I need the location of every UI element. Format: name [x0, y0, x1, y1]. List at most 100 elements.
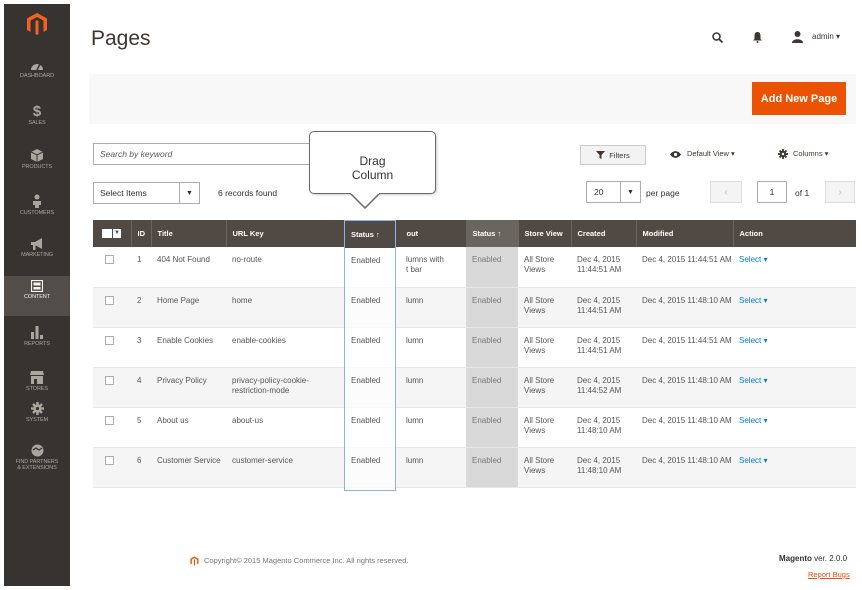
table-row[interactable]: 5 About us about-us lumn Enabled All Store Vi…: [93, 407, 856, 448]
dragged-cell: Enabled: [351, 456, 381, 465]
row-checkbox[interactable]: [105, 335, 114, 345]
chevron-down-icon: ▾: [761, 335, 768, 345]
chevron-down-icon: ▾: [761, 455, 768, 465]
row-checkbox[interactable]: [105, 455, 114, 465]
table-row[interactable]: 4 Privacy Policy privacy-policy-cookie-res…: [93, 367, 856, 408]
prev-page-button[interactable]: ‹: [710, 181, 742, 203]
table-row[interactable]: 3 Enable Cookies enable-cookies lumn Enabled…: [93, 327, 856, 368]
mass-action-select[interactable]: Select Items ▼: [93, 182, 200, 204]
dragged-cell: Enabled: [351, 296, 381, 305]
sidebar-item-reports[interactable]: REPORTS: [4, 326, 70, 360]
row-checkbox-cell[interactable]: [93, 367, 131, 408]
report-bugs-link[interactable]: Report Bugs: [808, 570, 850, 579]
dragged-status-column[interactable]: Status ↑ Enabled Enabled Enabled Enabled…: [344, 220, 396, 491]
row-checkbox[interactable]: [105, 375, 114, 385]
dragged-cell: Enabled: [351, 416, 381, 425]
dashboard-icon: [31, 63, 43, 71]
chevron-down-icon: ▾: [761, 415, 768, 425]
layout-text: lumn: [406, 415, 424, 425]
row-checkbox[interactable]: [105, 255, 114, 264]
cell-created: Dec 4, 2015 11:48:10 AM: [571, 447, 636, 488]
cell-title: Home Page: [151, 287, 226, 328]
sidebar-item-customers[interactable]: CUSTOMERS: [4, 194, 70, 228]
gear-icon: [778, 149, 788, 160]
sidebar-item-partners[interactable]: FIND PARTNERS & EXTENSIONS: [4, 444, 70, 484]
cell-id: 4: [131, 367, 151, 408]
cell-action[interactable]: Select ▾: [733, 407, 856, 448]
column-header-title[interactable]: Title: [150, 220, 226, 247]
per-page-select[interactable]: 20 ▼: [586, 181, 641, 203]
cell-action[interactable]: Select ▾: [733, 287, 856, 328]
row-action-select[interactable]: Select: [739, 416, 761, 425]
sidebar-item-sales[interactable]: $ SALES: [4, 104, 70, 138]
row-action-select[interactable]: Select: [739, 376, 761, 385]
bell-icon[interactable]: [753, 32, 762, 43]
mass-select-header[interactable]: ▼: [93, 220, 131, 247]
cell-store-view: All Store Views: [518, 447, 571, 488]
megaphone-icon: [31, 238, 42, 250]
row-action-select[interactable]: Select: [739, 296, 761, 305]
magento-logo-icon: [190, 556, 199, 566]
layout-text: lumn: [406, 335, 424, 345]
sidebar-item-products[interactable]: PRODUCTS: [4, 149, 70, 183]
pages-grid: ▼ ID Title URL Key out Status ↑ Store Vi…: [93, 220, 856, 488]
sidebar-item-stores[interactable]: STORES: [4, 371, 70, 405]
eye-icon: [670, 150, 681, 158]
filters-button[interactable]: Filters: [580, 145, 646, 165]
column-header-url-key[interactable]: URL Key: [225, 220, 346, 247]
cell-status: Enabled: [466, 247, 518, 288]
cell-store-view: All Store Views: [518, 287, 571, 328]
row-checkbox-cell[interactable]: [93, 327, 131, 368]
cell-title: Customer Service: [151, 447, 226, 488]
table-row[interactable]: 6 Customer Service customer-service lumn Ena…: [93, 447, 856, 488]
sidebar-item-dashboard[interactable]: DASHBOARD: [4, 56, 70, 92]
cell-store-view: All Store Views: [518, 247, 571, 288]
default-view-dropdown[interactable]: Default View ▾: [670, 149, 735, 158]
user-icon[interactable]: [792, 31, 803, 43]
cell-modified: Dec 4, 2015 11:48:10 AM: [636, 287, 733, 328]
cell-url-key: about-us: [226, 407, 346, 448]
sidebar-item-system[interactable]: SYSTEM: [4, 402, 70, 436]
sidebar-item-content[interactable]: CONTENT: [4, 276, 70, 316]
column-header-action[interactable]: Action: [732, 220, 856, 247]
row-checkbox[interactable]: [105, 415, 114, 425]
chevron-down-icon: ▼: [620, 182, 640, 202]
row-action-select[interactable]: Select: [739, 336, 761, 345]
cell-action[interactable]: Select ▾: [733, 367, 856, 408]
grid-header-row: ▼ ID Title URL Key out Status ↑ Store Vi…: [93, 220, 856, 247]
row-checkbox-cell[interactable]: [93, 247, 131, 288]
row-action-select[interactable]: Select: [739, 255, 761, 264]
sidebar-item-marketing[interactable]: MARKETING: [4, 238, 70, 272]
row-checkbox-cell[interactable]: [93, 287, 131, 328]
next-page-button[interactable]: ›: [825, 181, 855, 203]
layout-text: lumn: [406, 295, 424, 305]
row-action-select[interactable]: Select: [739, 456, 761, 465]
row-checkbox-cell[interactable]: [93, 407, 131, 448]
row-checkbox-cell[interactable]: [93, 447, 131, 488]
callout-text: Drag Column: [351, 154, 394, 182]
columns-dropdown[interactable]: Columns ▾: [778, 149, 828, 160]
row-checkbox[interactable]: [105, 295, 114, 305]
column-header-id[interactable]: ID: [130, 220, 151, 247]
version: Magento ver. 2.0.0: [779, 554, 848, 563]
add-new-page-button[interactable]: Add New Page: [752, 82, 846, 115]
column-header-status[interactable]: Status ↑: [465, 220, 518, 247]
table-row[interactable]: 1 404 Not Found no-route lumns with t bar Ena…: [93, 247, 856, 288]
cell-action[interactable]: Select ▾: [733, 327, 856, 368]
magento-logo-icon[interactable]: [4, 4, 70, 44]
cell-created: Dec 4, 2015 11:48:10 AM: [571, 407, 636, 448]
records-found: 6 records found: [218, 188, 278, 198]
cell-url-key: enable-cookies: [226, 327, 346, 368]
table-row[interactable]: 2 Home Page home lumn Enabled All Store Views…: [93, 287, 856, 328]
cell-action[interactable]: Select ▾: [733, 247, 856, 288]
user-menu[interactable]: admin ▾: [812, 32, 840, 41]
cell-status: Enabled: [466, 367, 518, 408]
column-header-created[interactable]: Created: [570, 220, 636, 247]
column-header-store-view[interactable]: Store View: [517, 220, 571, 247]
per-page-label: per page: [646, 188, 680, 198]
page-number-input[interactable]: 1: [757, 181, 787, 203]
search-input[interactable]: Search by keyword: [93, 143, 313, 165]
column-header-modified[interactable]: Modified: [635, 220, 733, 247]
cell-action[interactable]: Select ▾: [733, 447, 856, 488]
search-icon[interactable]: [712, 32, 723, 43]
